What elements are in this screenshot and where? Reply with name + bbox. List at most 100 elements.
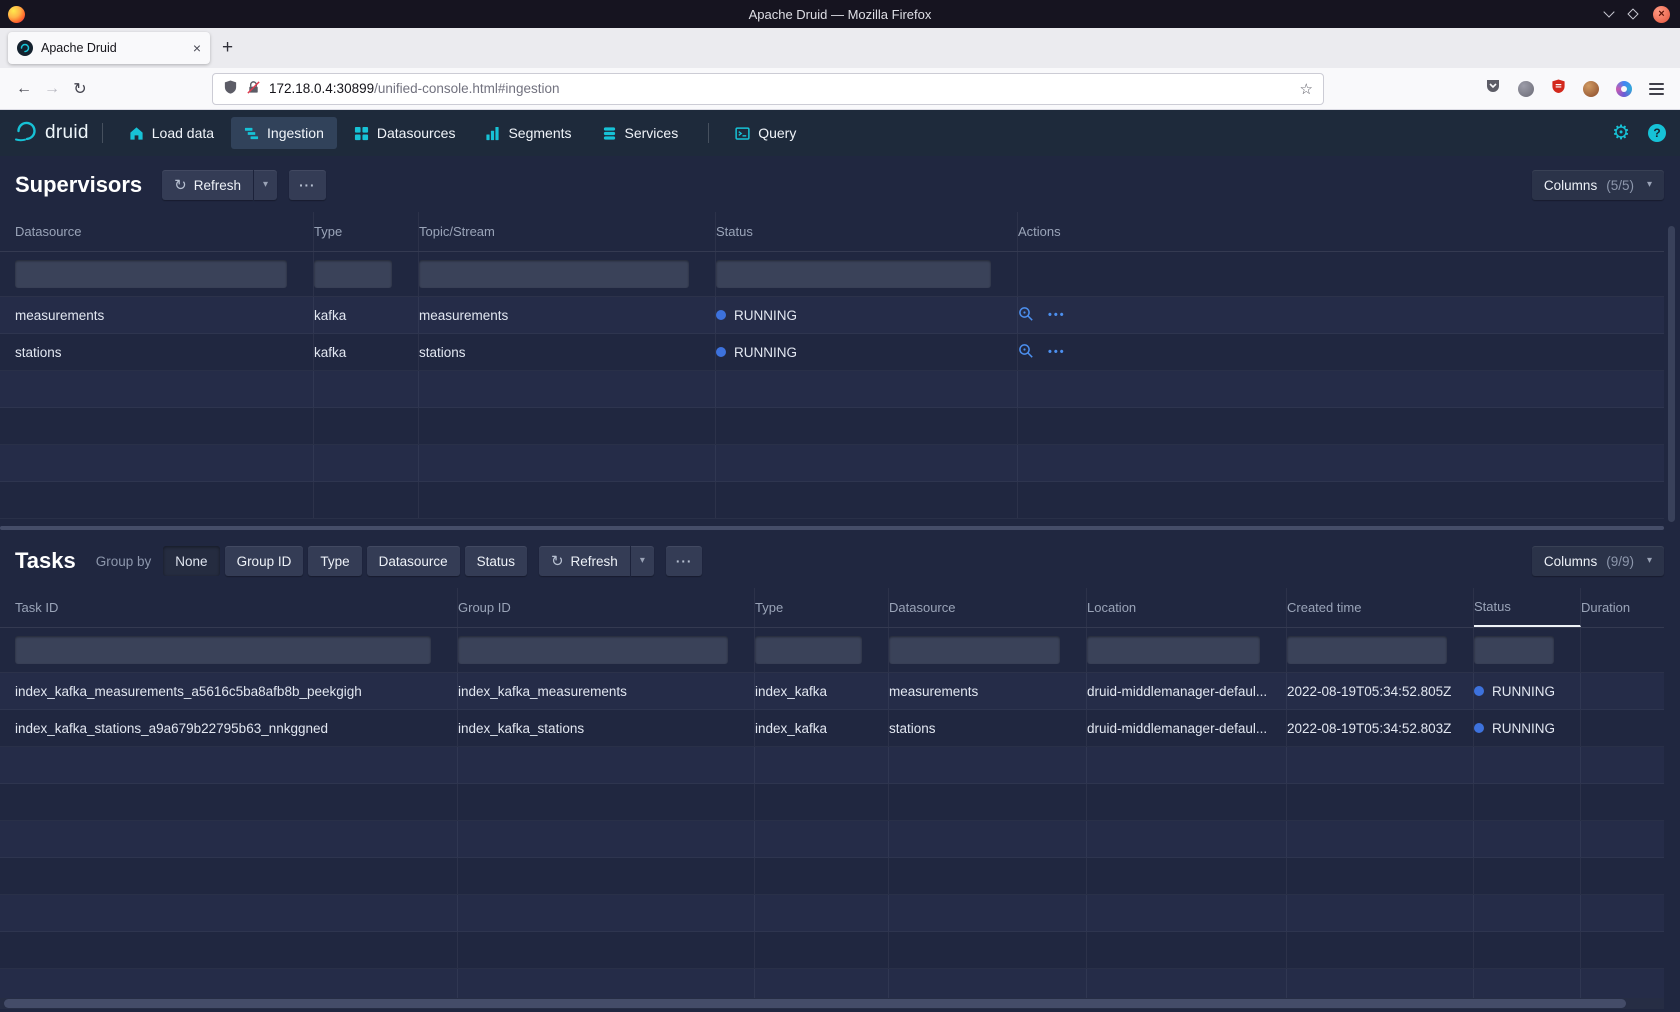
tasks-table-body: index_kafka_measurements_a5616c5ba8afb8b… [0, 673, 1664, 1006]
filter-datasource-input[interactable] [15, 260, 287, 288]
menu-button[interactable] [1649, 83, 1664, 95]
cell-location: druid-middlemanager-defaul... [1087, 673, 1287, 709]
nav-item-segments[interactable]: Segments [472, 117, 584, 149]
filter-task-id-input[interactable] [15, 636, 431, 664]
new-tab-button[interactable]: + [222, 37, 233, 59]
reload-button[interactable]: ↻ [66, 75, 94, 103]
supervisors-refresh-dropdown-button[interactable]: ▾ [254, 170, 277, 200]
columns-label: Columns [1544, 178, 1597, 193]
cell-created-time: 2022-08-19T05:34:52.805Z [1287, 673, 1474, 709]
empty-row [0, 784, 1664, 821]
status-dot [716, 310, 726, 320]
datasources-icon [354, 126, 369, 141]
column-header-datasource[interactable]: Datasource [889, 588, 1087, 627]
window-close-button[interactable]: × [1653, 6, 1670, 23]
table-row[interactable]: index_kafka_stations_a9a679b22795b63_nnk… [0, 710, 1664, 747]
extension-icon-b[interactable] [1616, 81, 1632, 97]
status-label: RUNNING [734, 345, 797, 360]
tasks-columns-button[interactable]: Columns (9/9) ▾ [1532, 546, 1664, 576]
nav-item-load-data[interactable]: Load data [116, 117, 227, 149]
filter-created-time-input[interactable] [1287, 636, 1447, 664]
druid-wordmark: druid [45, 122, 89, 144]
column-header-status[interactable]: Status [716, 212, 1018, 251]
tracking-protection-icon[interactable] [223, 79, 238, 98]
column-header-status[interactable]: Status [1474, 588, 1581, 627]
help-icon[interactable]: ? [1648, 124, 1666, 142]
cell-type: kafka [314, 334, 419, 370]
column-header-group-id[interactable]: Group ID [458, 588, 755, 627]
group-by-group-id-button[interactable]: Group ID [225, 546, 304, 576]
column-header-topic-stream[interactable]: Topic/Stream [419, 212, 716, 251]
tasks-table: Task ID Group ID Type Datasource Locatio… [0, 588, 1664, 1006]
group-by-type-button[interactable]: Type [308, 546, 361, 576]
column-header-location[interactable]: Location [1087, 588, 1287, 627]
nav-item-services[interactable]: Services [589, 117, 692, 149]
filter-type-input[interactable] [755, 636, 862, 664]
url-bar[interactable]: 172.18.0.4:30899/unified-console.html#in… [212, 73, 1324, 105]
cell-datasource: measurements [889, 673, 1087, 709]
tasks-refresh-dropdown-button[interactable]: ▾ [631, 546, 654, 576]
nav-item-ingestion[interactable]: Ingestion [231, 117, 337, 149]
window-maximize-icon[interactable] [1627, 8, 1638, 19]
cell-type: index_kafka [755, 710, 889, 746]
tab-close-icon[interactable]: × [193, 41, 201, 55]
tasks-more-button[interactable]: ··· [666, 546, 703, 576]
filter-datasource-input[interactable] [889, 636, 1060, 664]
filter-status-input[interactable] [716, 260, 991, 288]
supervisors-more-button[interactable]: ··· [289, 170, 326, 200]
tasks-horizontal-scrollbar[interactable] [0, 998, 1664, 1009]
column-header-duration[interactable]: Duration [1581, 588, 1664, 627]
nav-item-query[interactable]: Query [722, 117, 809, 149]
nav-item-label: Datasources [377, 125, 456, 141]
filter-status-input[interactable] [1474, 636, 1554, 664]
url-text[interactable]: 172.18.0.4:30899/unified-console.html#in… [269, 81, 1292, 96]
filter-type-input[interactable] [314, 260, 392, 288]
row-actions-icon[interactable]: ••• [1048, 309, 1066, 321]
back-button[interactable]: ← [10, 75, 38, 103]
table-row[interactable]: stations kafka stations RUNNING ••• [0, 334, 1664, 371]
filter-topic-stream-input[interactable] [419, 260, 689, 288]
table-row[interactable]: measurements kafka measurements RUNNING … [0, 297, 1664, 334]
column-header-type[interactable]: Type [755, 588, 889, 627]
druid-logo[interactable]: druid [14, 120, 89, 147]
column-header-created-time[interactable]: Created time [1287, 588, 1474, 627]
supervisors-vertical-scrollbar[interactable] [1668, 226, 1675, 522]
group-by-datasource-button[interactable]: Datasource [367, 546, 460, 576]
filter-location-input[interactable] [1087, 636, 1260, 664]
column-header-task-id[interactable]: Task ID [15, 588, 458, 627]
supervisors-columns-button[interactable]: Columns (5/5) ▾ [1532, 170, 1664, 200]
inspect-icon[interactable] [1018, 306, 1034, 325]
window-minimize-icon[interactable] [1603, 6, 1614, 17]
window-titlebar: Apache Druid — Mozilla Firefox × [0, 0, 1680, 28]
extension-icon-a[interactable] [1518, 81, 1534, 97]
nav-item-datasources[interactable]: Datasources [341, 117, 469, 149]
insecure-connection-icon[interactable] [246, 80, 261, 98]
browser-tab[interactable]: Apache Druid × [8, 32, 210, 64]
settings-gear-icon[interactable]: ⚙ [1612, 123, 1630, 143]
divider [708, 123, 709, 143]
group-by-status-button[interactable]: Status [465, 546, 527, 576]
tab-title: Apache Druid [41, 41, 185, 55]
bookmark-star-icon[interactable]: ☆ [1300, 80, 1313, 98]
status-label: RUNNING [1492, 684, 1555, 699]
column-header-datasource[interactable]: Datasource [15, 212, 314, 251]
refresh-label: Refresh [194, 178, 241, 193]
row-actions-icon[interactable]: ••• [1048, 346, 1066, 358]
cell-actions: ••• [1018, 297, 1664, 333]
supervisors-refresh-button[interactable]: ↻ Refresh [162, 170, 253, 200]
forward-button[interactable]: → [38, 75, 66, 103]
inspect-icon[interactable] [1018, 343, 1034, 362]
nav-item-label: Ingestion [267, 125, 324, 141]
ublock-icon[interactable] [1551, 78, 1566, 99]
supervisors-horizontal-scrollbar[interactable] [0, 526, 1664, 530]
cell-datasource: stations [15, 334, 314, 370]
profile-avatar-icon[interactable] [1583, 81, 1599, 97]
group-by-none-button[interactable]: None [163, 546, 219, 576]
filter-group-id-input[interactable] [458, 636, 728, 664]
scrollbar-thumb[interactable] [4, 999, 1626, 1008]
tasks-refresh-button[interactable]: ↻ Refresh [539, 546, 630, 576]
nav-item-label: Load data [152, 125, 214, 141]
column-header-type[interactable]: Type [314, 212, 419, 251]
table-row[interactable]: index_kafka_measurements_a5616c5ba8afb8b… [0, 673, 1664, 710]
pocket-icon[interactable] [1485, 78, 1501, 99]
